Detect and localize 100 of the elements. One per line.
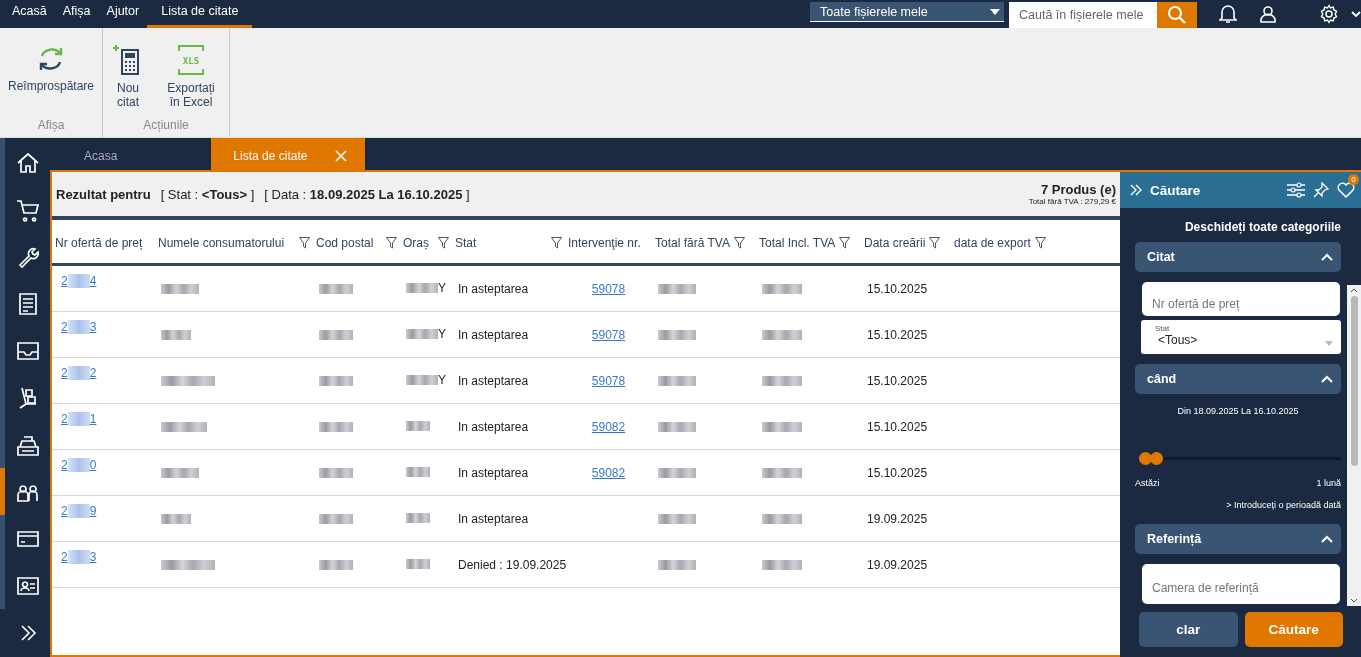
table-cell: In asteptarea	[458, 373, 529, 388]
menu-tab[interactable]: Acasă	[4, 0, 55, 28]
ribbon-button[interactable]: Nou citat	[107, 44, 150, 118]
filter-icon[interactable]	[839, 237, 851, 249]
filter-icon[interactable]	[299, 237, 310, 249]
section-header[interactable]: Referință	[1135, 524, 1341, 554]
filter-icon[interactable]	[929, 237, 941, 249]
reference-field[interactable]: Camera de referință	[1142, 564, 1340, 604]
search-field[interactable]: Caută în fișierele mele	[1009, 2, 1157, 28]
chevron-icon[interactable]	[1321, 375, 1333, 383]
panel-title: Căutare	[1150, 182, 1201, 198]
date-filter-summary: [ Data : 18.09.2025 La 16.10.2025 ]	[264, 186, 470, 202]
document-tab[interactable]: Acasa	[50, 138, 152, 170]
collapse-panel-icon[interactable]	[1130, 184, 1142, 196]
settings-icon[interactable]	[1319, 4, 1339, 24]
table-cell: 15.10.2025	[867, 281, 928, 296]
blurred-text	[319, 514, 353, 525]
filter-icon[interactable]	[386, 237, 397, 249]
blurred-text	[406, 466, 430, 477]
blurred-text	[658, 468, 696, 479]
quote-number-field[interactable]: Nr ofertă de preț	[1142, 282, 1340, 316]
heart-icon[interactable]	[1337, 182, 1355, 198]
table-cell: Y	[438, 373, 446, 387]
column-header[interactable]: Nr ofertă de preț	[55, 236, 143, 250]
column-header[interactable]: Total Incl. TVA	[759, 236, 836, 250]
intervention-link[interactable]: 59078	[591, 373, 626, 388]
scroll-down-icon[interactable]	[1350, 598, 1358, 603]
column-header[interactable]: Intervenţie nr.	[568, 236, 641, 250]
column-header[interactable]: Total fără TVA	[655, 236, 730, 250]
sliders-icon[interactable]	[1287, 182, 1305, 198]
close-icon[interactable]	[335, 149, 348, 162]
user-icon[interactable]	[1259, 5, 1277, 23]
ribbon-button[interactable]: XLS Exportați în Excel	[157, 44, 226, 118]
blurred-text	[161, 376, 215, 387]
section-header[interactable]: Citat	[1135, 242, 1341, 272]
filter-icon[interactable]	[733, 237, 745, 249]
table-cell: Y	[438, 281, 446, 295]
blurred-text	[762, 376, 802, 387]
column-header[interactable]: Data creării	[864, 236, 926, 250]
blurred-text	[406, 420, 430, 431]
bell-icon[interactable]	[1219, 4, 1237, 24]
table-cell: In asteptarea	[458, 327, 529, 342]
table-cell: 19.09.2025	[867, 557, 928, 572]
caret-icon	[990, 8, 1000, 15]
table-cell: Y	[438, 327, 446, 341]
blurred-text	[161, 468, 199, 479]
cart-icon[interactable]	[15, 197, 40, 222]
blurred-text	[658, 514, 696, 525]
total-amount: Total fără TVA : 279,29 €	[1028, 197, 1116, 206]
file-scope-dropdown[interactable]: Toate fișierele mele	[810, 2, 1004, 22]
blurred-text	[319, 330, 353, 341]
clear-button[interactable]: clar	[1139, 612, 1238, 647]
chevron-icon[interactable]	[1321, 535, 1333, 543]
column-header[interactable]: Stat	[455, 236, 477, 250]
blurred-text	[161, 330, 191, 341]
menu-tab[interactable]: Afișa	[54, 0, 99, 28]
column-header[interactable]: data de export	[954, 236, 1031, 250]
chevron-icon[interactable]	[1321, 253, 1333, 261]
expand-all-link[interactable]: Deschideți toate categoriile	[1135, 208, 1341, 242]
blurred-text	[658, 284, 696, 295]
blurred-text	[762, 514, 802, 525]
column-header[interactable]: Cod postal	[316, 236, 374, 250]
section-header[interactable]: când	[1135, 364, 1341, 394]
table-cell: In asteptarea	[458, 419, 529, 434]
filter-icon[interactable]	[438, 237, 449, 249]
intervention-link[interactable]: 59078	[591, 327, 626, 342]
filter-icon[interactable]	[551, 237, 562, 249]
column-header[interactable]: Numele consumatorului	[158, 236, 285, 250]
table-cell: In asteptarea	[458, 465, 529, 480]
status-select[interactable]: Stat <Tous>	[1141, 320, 1341, 354]
custom-period-link[interactable]: > Introduceți o perioadă dată	[1135, 488, 1341, 524]
result-count: 7 Produs (e)	[1040, 182, 1116, 197]
ribbon-button[interactable]: Reîmprospătare	[4, 44, 99, 118]
home-icon[interactable]	[15, 150, 40, 175]
slider-end-label: 1 lună	[1316, 478, 1341, 488]
filter-icon[interactable]	[1034, 237, 1046, 249]
blurred-text	[319, 560, 353, 571]
intervention-link[interactable]: 59082	[591, 419, 626, 434]
scrollbar[interactable]	[1347, 285, 1361, 606]
blurred-text	[658, 560, 696, 571]
blurred-text	[319, 468, 353, 479]
intervention-link[interactable]: 59082	[591, 465, 626, 480]
blurred-text	[161, 514, 191, 525]
favorites-count-badge: 0	[1348, 174, 1359, 185]
menu-tab[interactable]: Ajutor	[98, 0, 148, 28]
search-button[interactable]	[1157, 2, 1197, 28]
table-cell: 15.10.2025	[867, 465, 928, 480]
intervention-link[interactable]: 59078	[591, 281, 626, 296]
blurred-text	[762, 422, 802, 433]
ribbon-group-label: Acțiunile	[143, 118, 189, 134]
blurred-text	[658, 422, 696, 433]
scroll-up-icon[interactable]	[1350, 288, 1358, 293]
blurred-text	[161, 422, 207, 433]
column-header[interactable]: Oraș	[403, 236, 429, 250]
blurred-text	[161, 284, 199, 295]
search-icon[interactable]	[1167, 5, 1187, 25]
chevron-down-icon[interactable]	[1351, 10, 1361, 18]
pin-icon[interactable]	[1313, 182, 1329, 198]
blurred-text	[762, 468, 802, 479]
table-cell: 15.10.2025	[867, 419, 928, 434]
